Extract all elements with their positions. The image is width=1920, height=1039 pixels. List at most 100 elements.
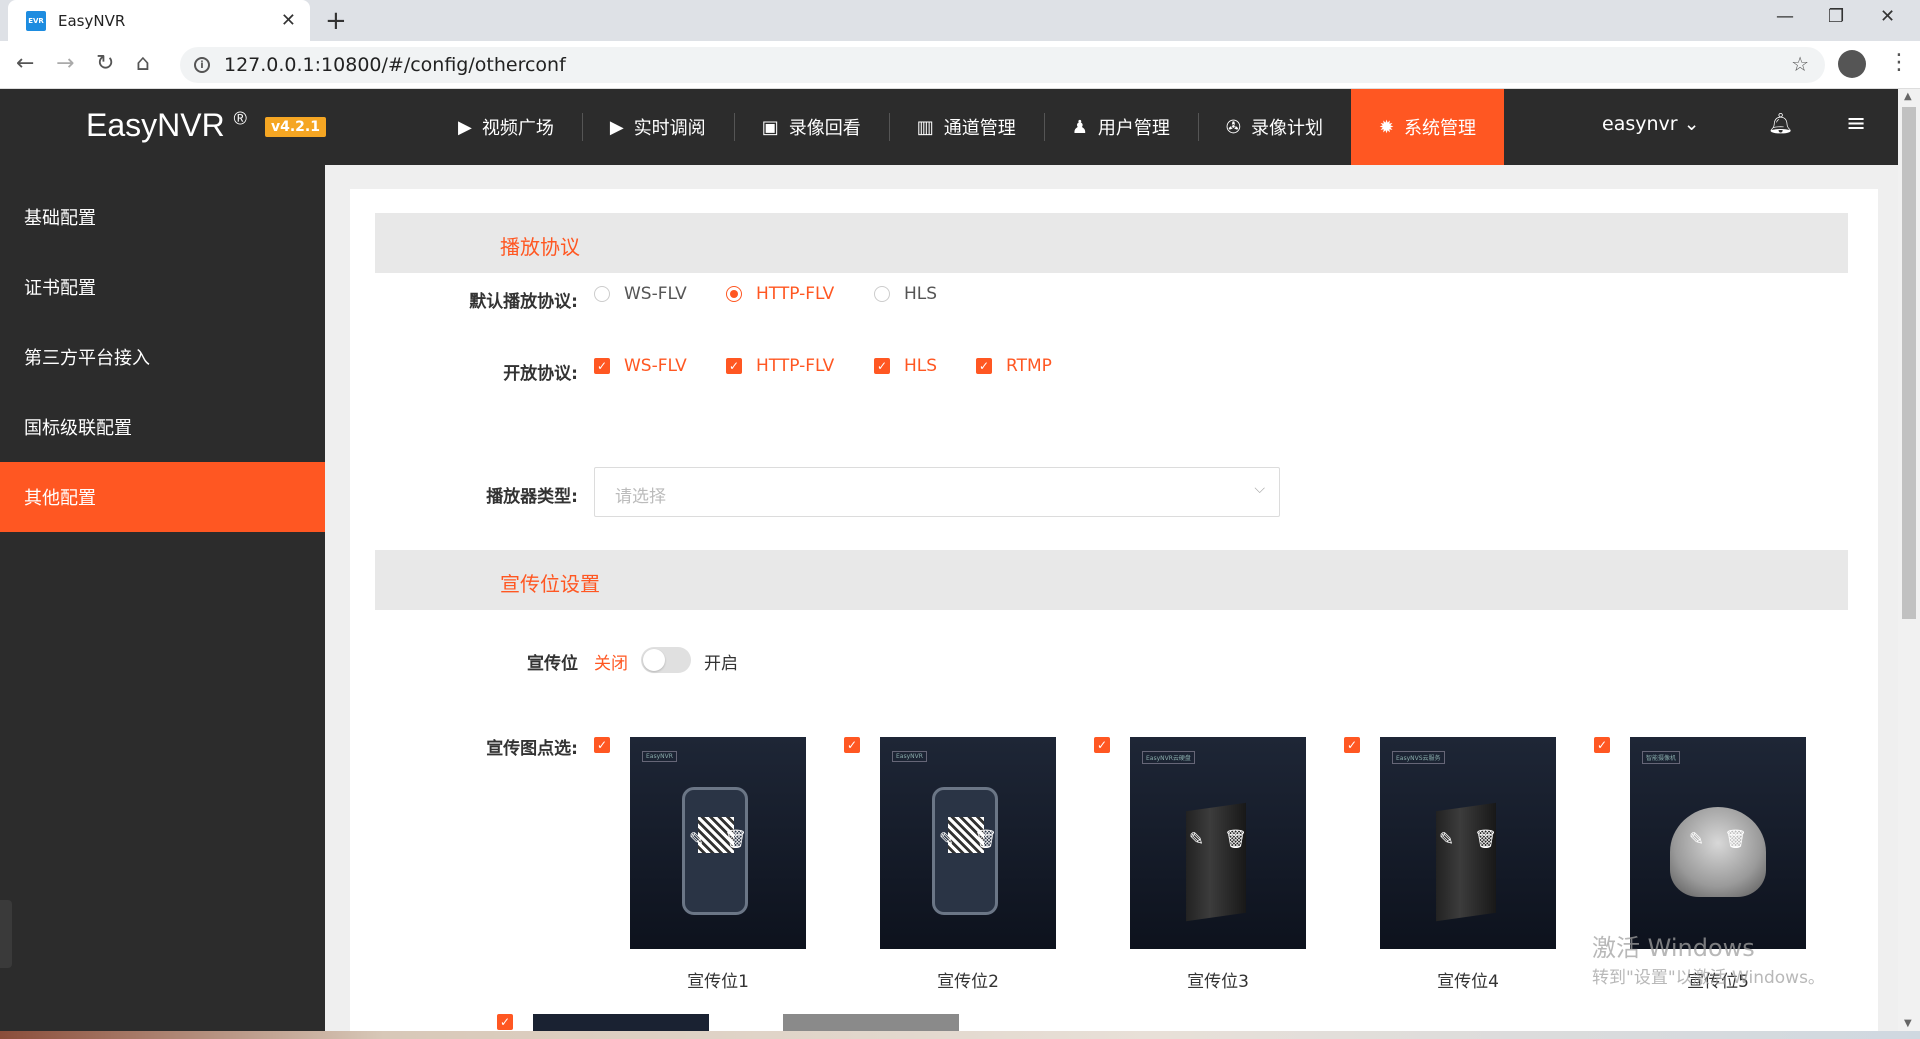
trash-icon[interactable]: 🗑︎ [1474, 829, 1497, 850]
config-panel: 播放协议 默认播放协议: WS-FLV HTTP-FLV HLS 开放协议: ✓… [350, 189, 1878, 1031]
page-scrollbar[interactable]: ▲ ▼ [1898, 89, 1920, 1031]
site-info-icon[interactable]: i [194, 57, 210, 73]
forward-icon[interactable]: → [56, 51, 74, 76]
nav-system[interactable]: ✹ 系统管理 [1350, 89, 1505, 165]
promo-checkbox[interactable]: ✓ [594, 737, 610, 753]
checkbox-hls[interactable]: ✓ HLS [874, 356, 937, 376]
easynvr-favicon-icon: EVR [26, 10, 46, 31]
sidebar-item-basic[interactable]: 基础配置 [0, 182, 325, 252]
promo-item-4: ✓ EasyNVS云服务 ✎ 🗑︎ 宣传位4 [1344, 737, 1556, 992]
radio-hls[interactable]: HLS [874, 284, 937, 304]
edit-icon[interactable]: ✎ [1689, 829, 1704, 850]
play-circle-icon: ▶ [458, 116, 472, 138]
thumb-tag: 智能摄像机 [1642, 751, 1681, 764]
brand-logo[interactable]: EasyNVR ® [86, 107, 247, 144]
nav-record-plan[interactable]: ✇ 录像计划 [1197, 89, 1351, 165]
scroll-up-icon[interactable]: ▲ [1904, 91, 1912, 102]
back-icon[interactable]: ← [16, 51, 34, 76]
edit-icon[interactable]: ✎ [689, 829, 704, 850]
tab-title: EasyNVR [58, 11, 126, 30]
trash-icon[interactable]: 🗑︎ [1224, 829, 1247, 850]
minimize-icon[interactable]: — [1776, 6, 1794, 27]
checkbox-ws-flv[interactable]: ✓ WS-FLV [594, 356, 687, 376]
radio-circle [874, 286, 890, 302]
address-bar[interactable]: i 127.0.0.1:10800/#/config/otherconf ☆ [180, 47, 1825, 83]
checkbox-rtmp[interactable]: ✓ RTMP [976, 356, 1052, 376]
promo-toggle[interactable] [641, 647, 691, 673]
nav-label: 实时调阅 [633, 118, 706, 139]
nav-playback[interactable]: ▣ 录像回看 [733, 89, 889, 165]
registered-mark: ® [233, 108, 247, 129]
browser-tab-strip: EVR EasyNVR ✕ + — ❐ ✕ [0, 0, 1920, 41]
promo-checkbox[interactable]: ✓ [844, 737, 860, 753]
home-icon[interactable]: ⌂ [136, 51, 150, 76]
radio-label: HTTP-FLV [756, 284, 835, 304]
url-text[interactable]: 127.0.0.1:10800/#/config/otherconf [224, 54, 566, 76]
edit-icon[interactable]: ✎ [1439, 829, 1454, 850]
browser-tab[interactable]: EVR EasyNVR ✕ [8, 0, 310, 41]
brand-name: EasyNVR [86, 107, 225, 143]
promo-upload-placeholder[interactable] [783, 1014, 959, 1031]
nav-live-view[interactable]: ▶ 实时调阅 [581, 89, 734, 165]
promo-item-2: ✓ EasyNVR ✎ 🗑︎ 宣传位2 [844, 737, 1056, 992]
promo-thumbnail: EasyNVR ✎ 🗑︎ [880, 737, 1056, 949]
os-taskbar-edge [0, 1031, 1920, 1039]
sidebar-item-gb-cascade[interactable]: 国标级联配置 [0, 392, 325, 462]
promo-checkbox[interactable]: ✓ [1344, 737, 1360, 753]
select-placeholder: 请选择 [615, 487, 666, 507]
thumb-tag: EasyNVR [892, 751, 927, 762]
sidebar-item-other[interactable]: 其他配置 [0, 462, 325, 532]
player-type-select[interactable]: 请选择 ⌵ [594, 467, 1280, 517]
scroll-down-icon[interactable]: ▼ [1904, 1018, 1912, 1029]
profile-avatar-icon[interactable] [1838, 50, 1866, 78]
hamburger-menu-icon[interactable]: ≡ [1846, 109, 1866, 137]
promo-thumbnail: EasyNVR云硬盘 ✎ 🗑︎ [1130, 737, 1306, 949]
radio-label: HLS [904, 284, 938, 304]
browser-menu-icon[interactable]: ⋮ [1888, 50, 1910, 75]
thumb-tag: EasyNVS云服务 [1392, 751, 1445, 764]
nav-label: 用户管理 [1097, 118, 1170, 139]
trash-icon[interactable]: 🗑︎ [724, 829, 747, 850]
trash-icon[interactable]: 🗑︎ [974, 829, 997, 850]
nav-users[interactable]: ♟ 用户管理 [1043, 89, 1198, 165]
tab-close-icon[interactable]: ✕ [281, 10, 296, 31]
bookmark-star-icon[interactable]: ☆ [1791, 52, 1809, 76]
sidebar-item-third-party[interactable]: 第三方平台接入 [0, 322, 325, 392]
playback-icon: ▣ [761, 116, 779, 138]
new-tab-icon[interactable]: + [325, 6, 347, 36]
switch-on-text[interactable]: 开启 [704, 649, 738, 674]
edit-icon[interactable]: ✎ [939, 829, 954, 850]
checkbox-http-flv[interactable]: ✓ HTTP-FLV [726, 356, 834, 376]
nav-label: 录像回看 [788, 118, 861, 139]
sidebar-item-cert[interactable]: 证书配置 [0, 252, 325, 322]
camera-illustration [1670, 807, 1766, 897]
bell-icon[interactable]: 🔔︎ [1768, 111, 1793, 135]
nav-label: 系统管理 [1404, 118, 1477, 139]
promo-checkbox-row2[interactable]: ✓ [497, 1014, 513, 1030]
user-menu[interactable]: easynvr ⌄ [1602, 113, 1700, 135]
trash-icon[interactable]: 🗑︎ [1724, 829, 1747, 850]
radio-ws-flv[interactable]: WS-FLV [594, 284, 687, 304]
promo-checkbox[interactable]: ✓ [1594, 737, 1610, 753]
promo-caption: 宣传位1 [687, 972, 749, 992]
radio-http-flv[interactable]: HTTP-FLV [726, 284, 834, 304]
watermark-line-1: 激活 Windows [1592, 934, 1755, 962]
username: easynvr [1602, 113, 1678, 135]
sidebar-item-label: 基础配置 [24, 208, 96, 229]
thumb-tag: EasyNVR [642, 751, 677, 762]
reload-icon[interactable]: ↻ [96, 51, 114, 76]
checkbox-label: HLS [904, 356, 938, 376]
restore-icon[interactable]: ❐ [1828, 6, 1844, 27]
close-window-icon[interactable]: ✕ [1880, 6, 1895, 27]
nav-channels[interactable]: ▥ 通道管理 [888, 89, 1044, 165]
sidebar-collapse-handle[interactable] [0, 900, 12, 968]
chevron-down-icon: ⌄ [1683, 113, 1700, 135]
radio-label: WS-FLV [624, 284, 687, 304]
scrollbar-thumb[interactable] [1902, 107, 1916, 619]
nav-video-square[interactable]: ▶ 视频广场 [430, 89, 582, 165]
promo-thumbnail: EasyNVR ✎ 🗑︎ [630, 737, 806, 949]
edit-icon[interactable]: ✎ [1189, 829, 1204, 850]
checkbox-label: WS-FLV [624, 356, 687, 376]
promo-checkbox[interactable]: ✓ [1094, 737, 1110, 753]
switch-off-text[interactable]: 关闭 [594, 649, 628, 674]
